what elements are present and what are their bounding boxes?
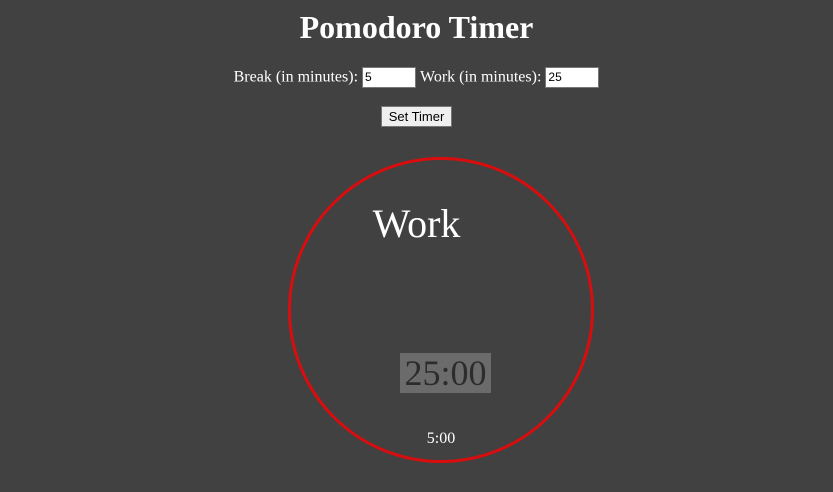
work-minutes-input[interactable] [545,66,600,88]
break-time-display: 5:00 [426,430,456,447]
page-title: Pomodoro Timer [299,9,534,45]
pomodoro-page: Pomodoro Timer Break (in minutes): Work … [0,0,833,492]
break-label: Break (in minutes): [233,68,359,86]
set-timer-button[interactable]: Set Timer [380,106,453,127]
button-row: Set Timer [0,106,833,127]
mode-label: Work [372,201,461,246]
settings-row: Break (in minutes): Work (in minutes): [0,66,833,88]
work-label: Work (in minutes): [420,68,542,86]
time-remaining-display: 25:00 [400,353,491,393]
break-minutes-input[interactable] [362,66,417,88]
